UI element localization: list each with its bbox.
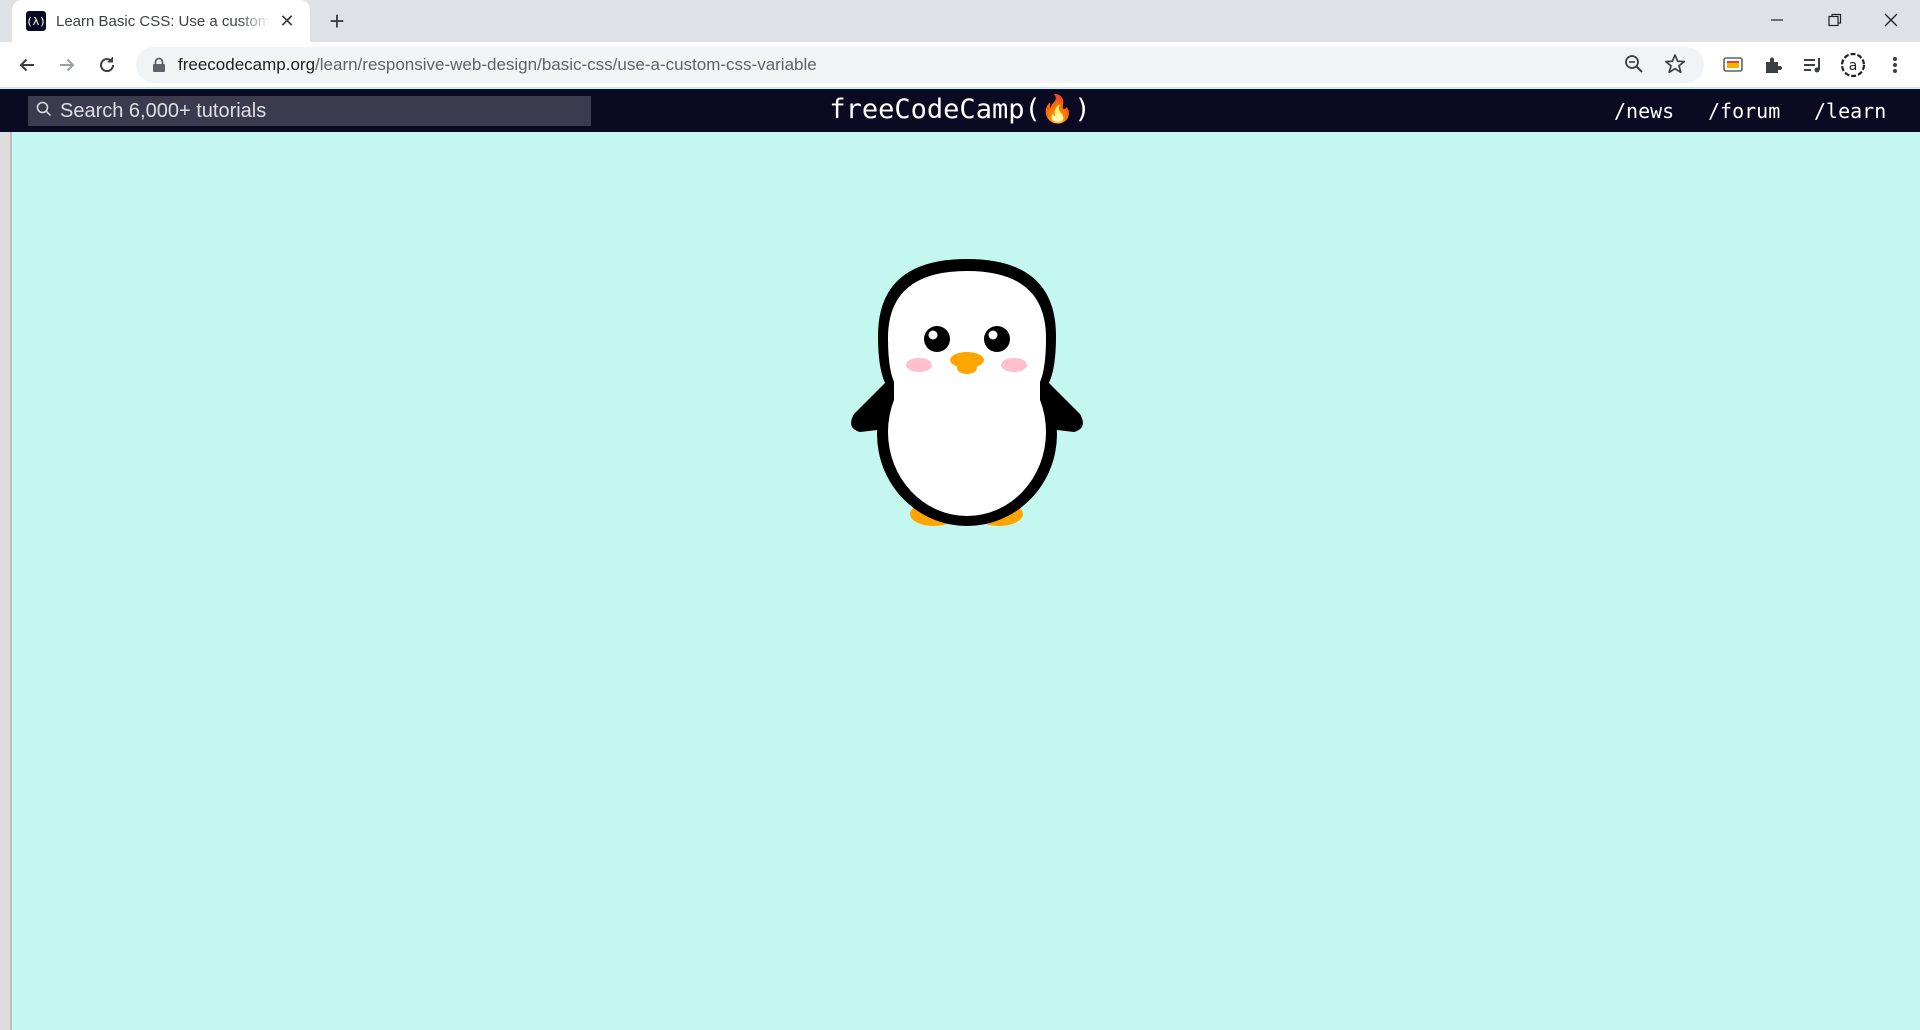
svg-text:a: a [1849,58,1858,74]
profile-icon[interactable]: a [1837,49,1869,81]
tab-title: Learn Basic CSS: Use a custom CSS Variab… [56,12,270,30]
url-text[interactable]: freecodecamp.org/learn/responsive-web-de… [178,55,817,75]
address-bar[interactable]: freecodecamp.org/learn/responsive-web-de… [136,47,1704,83]
nav-link-forum[interactable]: /forum [1708,99,1780,123]
close-window-icon[interactable] [1862,0,1920,40]
browser-toolbar: freecodecamp.org/learn/responsive-web-de… [0,42,1920,88]
penguin-left-cheek [906,358,932,372]
menu-icon[interactable] [1879,49,1911,81]
penguin-right-cheek [1001,358,1027,372]
star-icon[interactable] [1664,53,1686,80]
reload-icon[interactable] [91,49,123,81]
nav-link-learn[interactable]: /learn [1814,99,1886,123]
back-icon[interactable] [11,49,43,81]
cast-icon[interactable] [1717,49,1749,81]
fcc-navbar: Search 6,000+ tutorials freeCodeCamp(🔥) … [0,89,1920,132]
penguin-left-eye [924,326,950,352]
pane-resize-handle[interactable] [0,132,12,1030]
tab-strip: (λ) Learn Basic CSS: Use a custom CSS Va… [0,0,1920,42]
new-tab-button[interactable]: + [322,8,352,36]
close-tab-icon[interactable]: ✕ [276,10,298,32]
extensions-icon[interactable] [1757,49,1789,81]
minimize-icon[interactable] [1748,0,1806,40]
zoom-icon[interactable] [1624,54,1644,79]
media-icon[interactable] [1797,49,1829,81]
url-path: /learn/responsive-web-design/basic-css/u… [315,55,817,74]
freecodecamp-favicon-icon: (λ) [26,11,46,31]
penguin-beak-bottom [957,362,977,374]
penguin-right-eye [984,326,1010,352]
forward-icon[interactable] [51,49,83,81]
restore-icon[interactable] [1806,0,1864,40]
lock-icon[interactable] [152,57,166,78]
nav-link-news[interactable]: /news [1614,99,1674,123]
url-host: freecodecamp.org [178,55,316,74]
penguin-illustration [851,259,1083,526]
browser-tab[interactable]: (λ) Learn Basic CSS: Use a custom CSS Va… [12,0,310,42]
